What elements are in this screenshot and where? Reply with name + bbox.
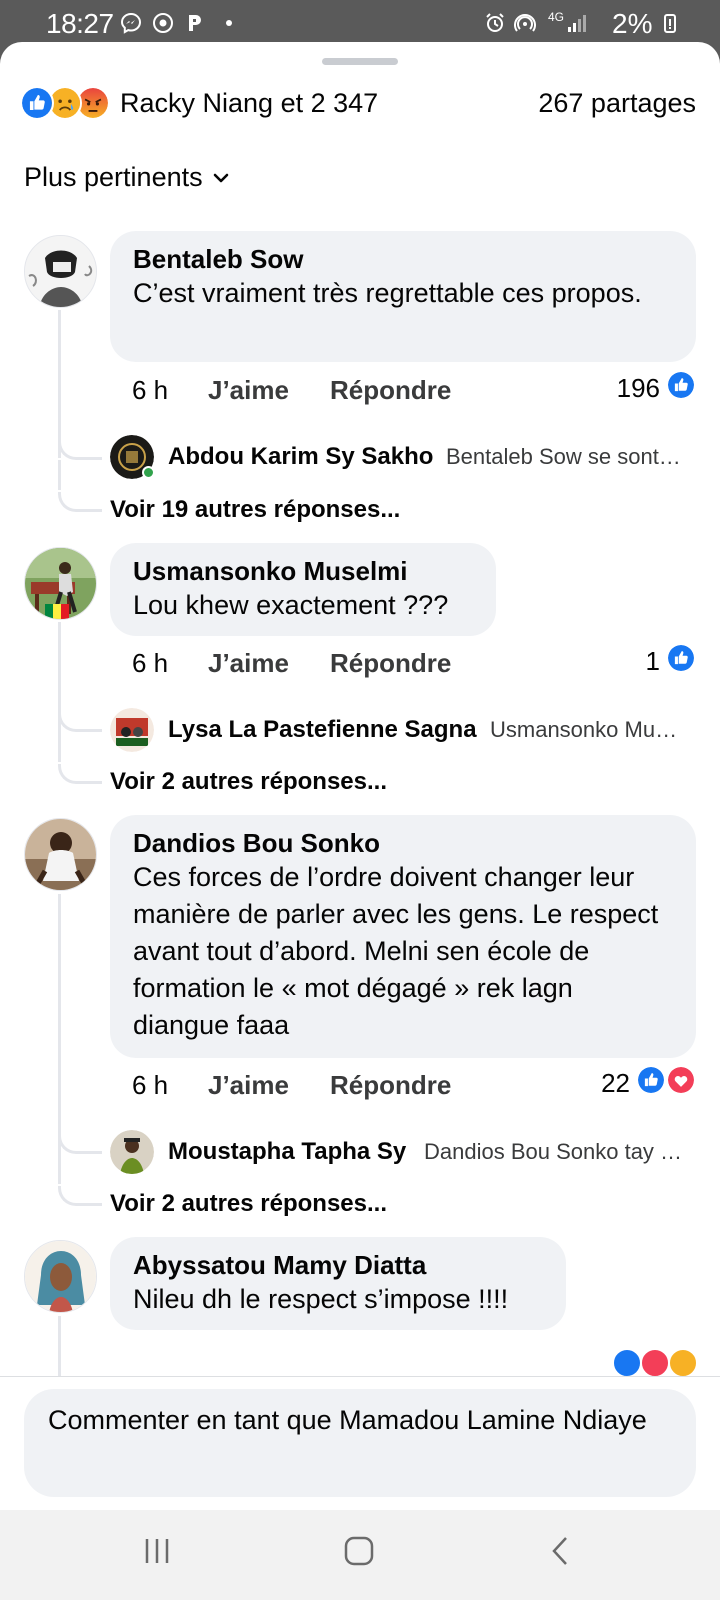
reply-snippet: Usmansonko Mu… bbox=[490, 717, 678, 742]
reaction-count[interactable]: 1 bbox=[560, 646, 660, 677]
like-icon bbox=[666, 370, 696, 400]
love-icon bbox=[666, 1065, 696, 1095]
network-type: 4G bbox=[548, 10, 565, 24]
messenger-notification-icon bbox=[120, 12, 142, 34]
comment-composer-bar: Commenter en tant que Mamadou Lamine Ndi… bbox=[0, 1376, 720, 1510]
back-icon[interactable] bbox=[546, 1536, 576, 1566]
comment-author[interactable]: Usmansonko Muselmi bbox=[133, 555, 473, 587]
haha-icon bbox=[668, 1348, 698, 1378]
comment-bubble[interactable]: Bentaleb Sow C’est vraiment très regrett… bbox=[110, 231, 696, 362]
reply-snippet: Dandios Bou Sonko tay … bbox=[424, 1139, 683, 1164]
thread-line bbox=[58, 460, 61, 490]
alarm-icon bbox=[486, 13, 504, 32]
thread-connector bbox=[58, 440, 102, 460]
thread-connector bbox=[58, 492, 102, 512]
reply-avatar bbox=[110, 708, 154, 752]
like-icon bbox=[612, 1348, 642, 1378]
status-bar: 18:27 4G 2% bbox=[0, 0, 720, 46]
reply-preview[interactable]: Lysa La Pastefienne Sagna Usmansonko Mu… bbox=[110, 708, 700, 754]
home-icon[interactable] bbox=[344, 1536, 374, 1566]
reactors-count: Racky Niang et 2 347 bbox=[120, 88, 379, 118]
like-button[interactable]: J’aime bbox=[208, 375, 289, 406]
comments-sheet: Racky Niang et 2 347 267 partages Plus p… bbox=[0, 42, 720, 1510]
comment-bubble[interactable]: Usmansonko Muselmi Lou khew exactement ?… bbox=[110, 543, 496, 636]
comment-author[interactable]: Abyssatou Mamy Diatta bbox=[133, 1249, 543, 1281]
shares-count[interactable]: 267 partages bbox=[538, 88, 696, 119]
recent-apps-icon[interactable] bbox=[142, 1536, 172, 1566]
system-nav-bar bbox=[0, 1510, 720, 1600]
chrome-notification-icon bbox=[153, 13, 173, 33]
thread-line bbox=[58, 732, 61, 762]
reply-button[interactable]: Répondre bbox=[330, 648, 451, 679]
view-more-replies[interactable]: Voir 2 autres réponses... bbox=[110, 768, 387, 796]
avatar[interactable] bbox=[24, 547, 97, 620]
battery-low-icon bbox=[664, 14, 676, 33]
thread-connector bbox=[58, 1134, 102, 1154]
comment-author[interactable]: Bentaleb Sow bbox=[133, 243, 673, 275]
reply-button[interactable]: Répondre bbox=[330, 375, 451, 406]
comment-text: C’est vraiment très regrettable ces prop… bbox=[133, 278, 642, 308]
reaction-count[interactable]: 196 bbox=[560, 373, 660, 404]
reply-author: Lysa La Pastefienne Sagna bbox=[168, 716, 477, 743]
reaction-icons bbox=[20, 86, 116, 120]
thread-line bbox=[58, 310, 61, 458]
comment-text: Lou khew exactement ??? bbox=[133, 590, 449, 620]
comment-bubble[interactable]: Abyssatou Mamy Diatta Nileu dh le respec… bbox=[110, 1237, 566, 1330]
like-icon bbox=[636, 1065, 666, 1095]
reply-preview[interactable]: Abdou Karim Sy Sakho Bentaleb Sow se son… bbox=[110, 435, 700, 481]
reply-avatar bbox=[110, 1130, 154, 1174]
comment-time[interactable]: 6 h bbox=[132, 375, 168, 406]
view-more-replies[interactable]: Voir 2 autres réponses... bbox=[110, 1190, 387, 1218]
comment-author[interactable]: Dandios Bou Sonko bbox=[133, 827, 673, 859]
drag-handle[interactable] bbox=[322, 58, 398, 65]
comment-text: Nileu dh le respect s’impose !!!! bbox=[133, 1284, 509, 1314]
comment-actions: 6 h J’aime Répondre bbox=[132, 1070, 532, 1102]
like-icon bbox=[20, 86, 54, 120]
thread-connector bbox=[58, 712, 102, 732]
dot-icon bbox=[226, 20, 232, 26]
reply-snippet: Bentaleb Sow se sont… bbox=[446, 444, 681, 469]
hotspot-icon bbox=[514, 14, 536, 32]
comment-actions: 6 h J’aime Répondre bbox=[132, 375, 532, 407]
thread-line bbox=[58, 1154, 61, 1184]
comment-time[interactable]: 6 h bbox=[132, 1070, 168, 1101]
online-status-dot bbox=[142, 466, 155, 479]
avatar[interactable] bbox=[24, 235, 97, 308]
sort-dropdown[interactable]: Plus pertinents bbox=[24, 162, 229, 193]
reaction-count[interactable]: 22 bbox=[530, 1068, 630, 1099]
sort-label: Plus pertinents bbox=[24, 162, 203, 192]
reply-preview[interactable]: Moustapha Tapha Sy Dandios Bou Sonko tay… bbox=[110, 1130, 700, 1176]
p-app-notification-icon bbox=[189, 15, 201, 31]
thread-line bbox=[58, 1316, 61, 1376]
reply-author: Abdou Karim Sy Sakho bbox=[168, 443, 434, 470]
like-button[interactable]: J’aime bbox=[208, 648, 289, 679]
like-button[interactable]: J’aime bbox=[208, 1070, 289, 1101]
love-icon bbox=[640, 1348, 670, 1378]
thread-line bbox=[58, 894, 61, 1154]
avatar[interactable] bbox=[24, 818, 97, 891]
avatar[interactable] bbox=[24, 1240, 97, 1313]
view-more-replies[interactable]: Voir 19 autres réponses... bbox=[110, 496, 400, 524]
reply-author: Moustapha Tapha Sy bbox=[168, 1138, 407, 1165]
comment-bubble[interactable]: Dandios Bou Sonko Ces forces de l’ordre … bbox=[110, 815, 696, 1058]
comment-text: Ces forces de l’ordre doivent changer le… bbox=[133, 862, 659, 1040]
reactions-summary[interactable]: Racky Niang et 2 347 267 partages bbox=[20, 84, 700, 124]
comment-time[interactable]: 6 h bbox=[132, 648, 168, 679]
battery-percentage: 2% bbox=[612, 8, 653, 39]
thread-connector bbox=[58, 1186, 102, 1206]
signal-icon bbox=[568, 15, 586, 32]
like-icon bbox=[666, 643, 696, 673]
chevron-down-icon bbox=[213, 173, 228, 182]
comment-actions: 6 h J’aime Répondre bbox=[132, 648, 532, 680]
reply-button[interactable]: Répondre bbox=[330, 1070, 451, 1101]
status-time: 18:27 bbox=[46, 8, 114, 39]
thread-connector bbox=[58, 764, 102, 784]
comment-input[interactable]: Commenter en tant que Mamadou Lamine Ndi… bbox=[24, 1389, 696, 1497]
